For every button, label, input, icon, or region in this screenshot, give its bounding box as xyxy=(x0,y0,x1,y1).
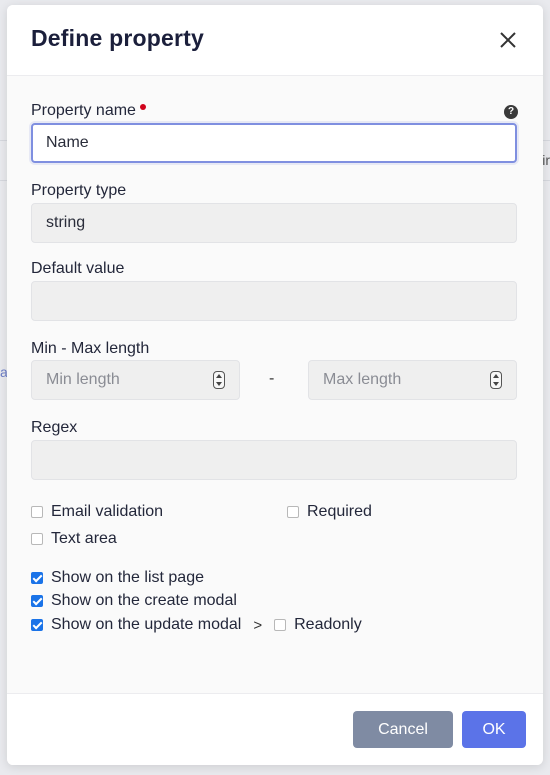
min-length-placeholder: Min length xyxy=(46,371,120,388)
cancel-button[interactable]: Cancel xyxy=(353,711,453,748)
modal-footer: Cancel OK xyxy=(7,693,543,765)
show-on-create-label: Show on the create modal xyxy=(51,592,237,609)
required-label: Required xyxy=(307,503,372,520)
ok-button[interactable]: OK xyxy=(462,711,526,748)
readonly-checkbox[interactable] xyxy=(274,619,287,631)
close-button[interactable] xyxy=(497,29,519,51)
required-option[interactable]: Required xyxy=(287,502,372,522)
background-text: ir xyxy=(542,152,550,168)
stepper-icon[interactable] xyxy=(213,371,225,389)
property-name-label-text: Property name xyxy=(31,102,136,119)
max-length-input[interactable]: Max length xyxy=(308,360,517,400)
stepper-icon[interactable] xyxy=(490,371,502,389)
show-on-list-checkbox[interactable] xyxy=(31,572,43,584)
min-max-length-label: Min - Max length xyxy=(31,340,150,357)
default-value-input[interactable] xyxy=(31,281,517,321)
show-on-list-label: Show on the list page xyxy=(51,569,204,586)
property-type-field[interactable]: string xyxy=(31,203,517,243)
email-validation-checkbox[interactable] xyxy=(31,506,43,518)
property-type-label: Property type xyxy=(31,182,127,199)
show-on-update-checkbox[interactable] xyxy=(31,619,43,631)
default-value-label: Default value xyxy=(31,260,125,277)
required-indicator xyxy=(139,104,146,110)
show-on-create-option[interactable]: Show on the create modal xyxy=(31,591,237,611)
email-validation-label: Email validation xyxy=(51,503,164,520)
show-on-update-option[interactable]: Show on the update modal > Readonly xyxy=(31,615,362,635)
modal-title: Define property xyxy=(31,25,204,51)
chevron-right-icon: > xyxy=(253,616,263,634)
question-circle-icon[interactable]: ? xyxy=(504,105,518,119)
text-area-checkbox[interactable] xyxy=(31,533,43,545)
show-on-create-checkbox[interactable] xyxy=(31,595,43,607)
property-name-label: Property name xyxy=(31,102,146,120)
email-validation-option[interactable]: Email validation xyxy=(31,502,163,522)
close-icon xyxy=(500,32,516,48)
min-length-input[interactable]: Min length xyxy=(31,360,240,400)
required-checkbox[interactable] xyxy=(287,506,299,518)
show-on-update-label: Show on the update modal xyxy=(51,616,242,633)
range-separator: - xyxy=(269,370,275,387)
regex-input[interactable] xyxy=(31,440,517,480)
modal-header: Define property xyxy=(7,5,543,76)
text-area-option[interactable]: Text area xyxy=(31,529,117,549)
define-property-modal: Define property Property name ? Name Pro… xyxy=(7,5,543,765)
regex-label: Regex xyxy=(31,419,78,436)
property-name-input[interactable]: Name xyxy=(31,123,517,163)
max-length-placeholder: Max length xyxy=(323,371,402,388)
readonly-label: Readonly xyxy=(294,616,362,633)
show-on-list-option[interactable]: Show on the list page xyxy=(31,568,204,588)
text-area-label: Text area xyxy=(51,530,117,547)
